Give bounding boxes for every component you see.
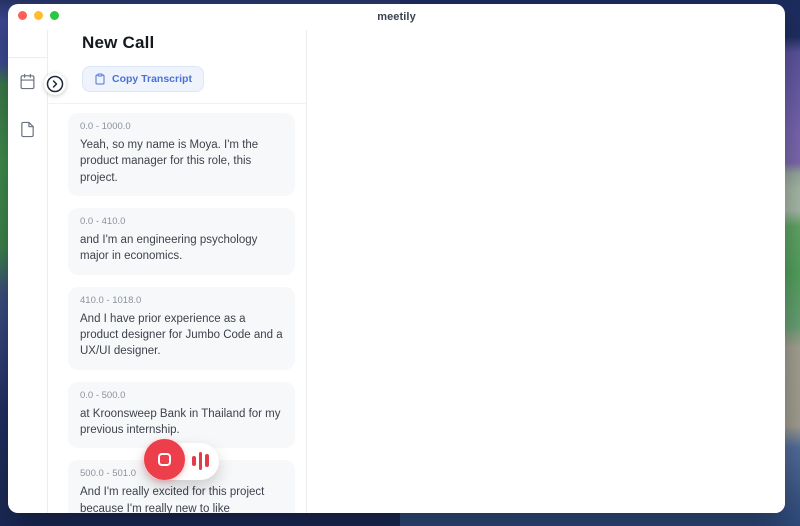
transcript-segment: 410.0 - 1018.0 And I have prior experien… bbox=[68, 287, 295, 370]
transcript-segment: 0.0 - 410.0 and I'm an engineering psych… bbox=[68, 208, 295, 275]
segment-text: And I have prior experience as a product… bbox=[80, 311, 283, 360]
close-window-button[interactable] bbox=[18, 11, 27, 20]
segment-text: And I'm really excited for this project … bbox=[80, 484, 283, 513]
zoom-window-button[interactable] bbox=[50, 11, 59, 20]
copy-transcript-label: Copy Transcript bbox=[112, 73, 192, 85]
clipboard-icon bbox=[94, 73, 106, 85]
record-stop-circle bbox=[144, 439, 185, 480]
chevron-right-circle-icon bbox=[46, 75, 64, 93]
window-title: meetily bbox=[8, 4, 785, 23]
traffic-lights bbox=[18, 11, 59, 20]
audio-waveform-icon bbox=[192, 452, 209, 470]
segment-text: at Kroonsweep Bank in Thailand for my pr… bbox=[80, 406, 283, 439]
app-window: meetily bbox=[8, 4, 785, 513]
record-control bbox=[144, 443, 219, 480]
segment-text: and I'm an engineering psychology major … bbox=[80, 232, 283, 265]
segment-timestamp: 0.0 - 500.0 bbox=[80, 390, 283, 401]
transcript-panel: New Call Copy Transcript 0.0 - 1000.0 Ye… bbox=[48, 30, 307, 513]
minimize-window-button[interactable] bbox=[34, 11, 43, 20]
stop-icon bbox=[158, 453, 171, 466]
main-content-area bbox=[307, 30, 785, 513]
transcript-panel-header: New Call Copy Transcript bbox=[48, 30, 306, 104]
segment-timestamp: 410.0 - 1018.0 bbox=[80, 295, 283, 306]
copy-transcript-button[interactable]: Copy Transcript bbox=[82, 66, 204, 92]
sidebar-header-divider bbox=[8, 30, 47, 58]
document-icon[interactable] bbox=[19, 121, 36, 143]
segment-text: Yeah, so my name is Moya. I'm the produc… bbox=[80, 137, 283, 186]
calendar-icon[interactable] bbox=[19, 73, 36, 95]
segment-timestamp: 0.0 - 410.0 bbox=[80, 216, 283, 227]
transcript-segment: 0.0 - 500.0 at Kroonsweep Bank in Thaila… bbox=[68, 382, 295, 449]
segment-timestamp: 0.0 - 1000.0 bbox=[80, 121, 283, 132]
window-body: New Call Copy Transcript 0.0 - 1000.0 Ye… bbox=[8, 30, 785, 513]
titlebar: meetily bbox=[8, 4, 785, 30]
sidebar-expand-button[interactable] bbox=[44, 73, 66, 95]
stop-recording-button[interactable] bbox=[144, 443, 219, 480]
page-title: New Call bbox=[82, 33, 290, 53]
transcript-segment: 0.0 - 1000.0 Yeah, so my name is Moya. I… bbox=[68, 113, 295, 196]
icon-sidebar bbox=[8, 30, 48, 513]
